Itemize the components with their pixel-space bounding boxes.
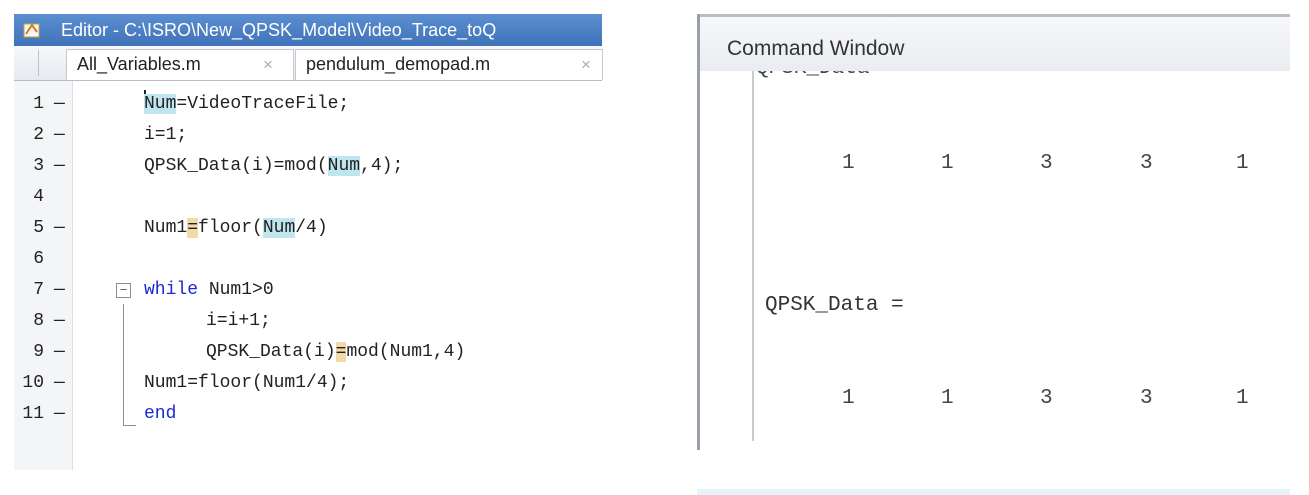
command-window[interactable]: Command Window QPSK_Data 1 1 3 3 1 QPSK_… bbox=[697, 14, 1290, 495]
code-line[interactable]: 2 — i=1; bbox=[14, 120, 602, 151]
output-value: 3 bbox=[1040, 152, 1053, 175]
editor-tab-strip: All_Variables.m × pendulum_demopad.m × bbox=[14, 46, 603, 81]
tab-pendulum-demopad[interactable]: pendulum_demopad.m × bbox=[295, 49, 603, 80]
line-number: 2 bbox=[33, 125, 44, 145]
code-area[interactable]: 1 — Num=VideoTraceFile; 2 — i=1; 3 — QPS… bbox=[14, 81, 602, 470]
breakpoint-marker[interactable]: — bbox=[54, 368, 65, 399]
command-window-margin bbox=[752, 71, 754, 441]
line-number: 10 bbox=[22, 373, 44, 393]
output-value: 1 bbox=[1236, 152, 1249, 175]
code-line[interactable]: 5 — Num1=floor(Num/4) bbox=[14, 213, 602, 244]
fold-guide-end bbox=[123, 425, 136, 426]
output-variable-line: QPSK_Data = bbox=[765, 294, 904, 317]
output-value: 3 bbox=[1140, 152, 1153, 175]
breakpoint-marker[interactable]: — bbox=[54, 337, 65, 368]
code-line[interactable]: 3 — QPSK_Data(i)=mod(Num,4); bbox=[14, 151, 602, 182]
output-value: 3 bbox=[1040, 387, 1053, 410]
command-window-header[interactable]: Command Window bbox=[700, 17, 1290, 71]
tab-label: All_Variables.m bbox=[77, 54, 201, 74]
output-value: 1 bbox=[1236, 387, 1249, 410]
editor-window: Editor - C:\ISRO\New_QPSK_Model\Video_Tr… bbox=[14, 14, 603, 470]
editor-title: Editor - C:\ISRO\New_QPSK_Model\Video_Tr… bbox=[61, 20, 497, 40]
code-text: while Num1>0 bbox=[144, 280, 274, 300]
fold-guide-line bbox=[123, 304, 124, 425]
close-icon[interactable]: × bbox=[581, 55, 591, 75]
line-number: 6 bbox=[33, 249, 44, 269]
line-number: 9 bbox=[33, 342, 44, 362]
code-text: Num1=floor(Num1/4); bbox=[144, 373, 350, 393]
fold-collapse-icon[interactable]: − bbox=[116, 283, 131, 298]
code-line[interactable]: 6 bbox=[14, 244, 602, 275]
line-number: 4 bbox=[33, 187, 44, 207]
matlab-editor-icon bbox=[23, 23, 40, 38]
code-text: QPSK_Data(i)=mod(Num1,4) bbox=[206, 342, 466, 362]
breakpoint-marker[interactable]: — bbox=[54, 275, 65, 306]
command-window-title: Command Window bbox=[727, 37, 905, 60]
output-value: 1 bbox=[842, 387, 855, 410]
line-number: 1 bbox=[33, 94, 44, 114]
code-text: Num=VideoTraceFile; bbox=[144, 89, 349, 120]
command-window-border bbox=[697, 14, 700, 450]
code-line[interactable]: 4 bbox=[14, 182, 602, 213]
output-values-row: 1 1 3 3 1 bbox=[697, 387, 1290, 417]
line-number: 7 bbox=[33, 280, 44, 300]
line-number: 3 bbox=[33, 156, 44, 176]
output-value: 1 bbox=[941, 152, 954, 175]
code-text: i=1; bbox=[144, 125, 188, 145]
code-text: Num1=floor(Num/4) bbox=[144, 218, 328, 238]
code-line[interactable]: 8 — i=i+1; bbox=[14, 306, 602, 337]
output-value: 1 bbox=[941, 387, 954, 410]
code-text: QPSK_Data(i)=mod(Num,4); bbox=[144, 156, 404, 176]
scrolled-output-line: QPSK_Data bbox=[754, 71, 1154, 91]
breakpoint-marker[interactable]: — bbox=[54, 306, 65, 337]
code-line[interactable]: 11 — end bbox=[14, 399, 602, 430]
code-line[interactable]: 10 — Num1=floor(Num1/4); bbox=[14, 368, 602, 399]
tab-strip-grip bbox=[38, 50, 51, 76]
code-text: end bbox=[144, 404, 177, 424]
code-line[interactable]: 7 — − while Num1>0 bbox=[14, 275, 602, 306]
close-icon[interactable]: × bbox=[263, 55, 273, 75]
output-value: 1 bbox=[842, 152, 855, 175]
breakpoint-marker[interactable]: — bbox=[54, 151, 65, 182]
output-values-row: 1 1 3 3 1 bbox=[697, 152, 1290, 182]
code-text: i=i+1; bbox=[206, 311, 271, 331]
editor-title-bar[interactable]: Editor - C:\ISRO\New_QPSK_Model\Video_Tr… bbox=[14, 14, 602, 46]
tab-label: pendulum_demopad.m bbox=[306, 54, 491, 74]
breakpoint-marker[interactable]: — bbox=[54, 213, 65, 244]
line-number: 8 bbox=[33, 311, 44, 331]
breakpoint-marker[interactable]: — bbox=[54, 399, 65, 430]
breakpoint-marker[interactable]: — bbox=[54, 120, 65, 151]
code-line[interactable]: 9 — QPSK_Data(i)=mod(Num1,4) bbox=[14, 337, 602, 368]
output-value: 3 bbox=[1140, 387, 1153, 410]
tab-all-variables[interactable]: All_Variables.m × bbox=[66, 49, 294, 80]
line-number: 5 bbox=[33, 218, 44, 238]
line-number: 11 bbox=[22, 404, 44, 424]
breakpoint-marker[interactable]: — bbox=[54, 89, 65, 120]
code-line[interactable]: 1 — Num=VideoTraceFile; bbox=[14, 89, 602, 120]
